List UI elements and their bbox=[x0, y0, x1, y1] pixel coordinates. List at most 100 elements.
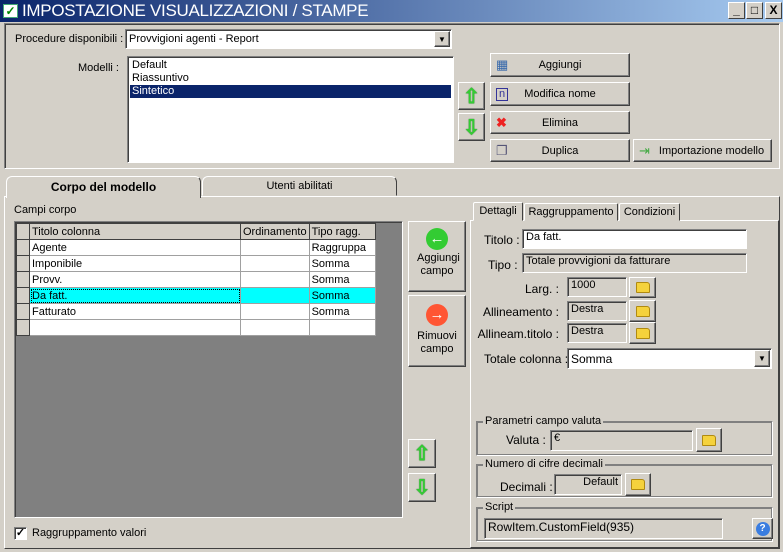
procedure-combo[interactable]: Provvigioni agenti - Report ▼ bbox=[125, 29, 452, 49]
larg-label: Larg. : bbox=[524, 282, 559, 296]
add-model-button[interactable]: ▦ Aggiungi bbox=[490, 53, 630, 77]
row-indicator bbox=[16, 287, 30, 304]
decimali-browse-button[interactable] bbox=[625, 473, 651, 496]
table-row-selected[interactable]: Da fatt. Somma bbox=[16, 287, 377, 304]
folder-icon bbox=[635, 327, 650, 339]
cell[interactable]: Imponibile bbox=[29, 255, 241, 272]
column-header[interactable]: Ordinamento bbox=[240, 223, 310, 240]
cell[interactable] bbox=[240, 239, 310, 256]
modelli-list[interactable]: Default Riassuntivo Sintetico bbox=[127, 56, 454, 163]
arrow-down-icon: ⇩ bbox=[413, 477, 431, 499]
row-indicator-header bbox=[16, 223, 30, 240]
app-check-icon: ✓ bbox=[3, 4, 18, 18]
arrow-right-icon: → bbox=[426, 304, 448, 326]
move-up-model-button[interactable]: ⇧ bbox=[458, 82, 485, 110]
totale-colonna-label: Totale colonna : bbox=[484, 352, 569, 366]
modelli-label: Modelli : bbox=[78, 62, 119, 74]
column-header[interactable]: Tipo ragg. bbox=[308, 223, 377, 240]
allineamento-label: Allineamento : bbox=[482, 305, 559, 319]
tab-utenti-abilitati[interactable]: Utenti abilitati bbox=[202, 176, 397, 196]
script-group-title: Script bbox=[483, 501, 516, 513]
totale-colonna-combo[interactable]: Somma ▼ bbox=[567, 348, 772, 369]
cell[interactable] bbox=[29, 319, 241, 336]
move-down-field-button[interactable]: ⇩ bbox=[408, 473, 436, 502]
row-indicator bbox=[16, 319, 30, 336]
cell[interactable]: Agente bbox=[29, 239, 241, 256]
rename-icon: n bbox=[496, 88, 509, 101]
cell[interactable]: Somma bbox=[308, 255, 377, 272]
maximize-button[interactable]: □ bbox=[746, 2, 763, 19]
remove-field-button[interactable]: → Rimuovi campo bbox=[408, 295, 466, 367]
import-label: Importazione modello bbox=[658, 144, 765, 157]
import-model-button[interactable]: ⇥ Importazione modello bbox=[633, 139, 772, 162]
larg-browse-button[interactable] bbox=[629, 277, 656, 298]
grouping-checkbox-label: Raggruppamento valori bbox=[32, 527, 147, 539]
arrow-up-icon: ⇧ bbox=[413, 443, 431, 465]
rename-model-button[interactable]: n Modifica nome bbox=[490, 82, 630, 106]
cell[interactable]: Somma bbox=[308, 287, 377, 304]
close-button[interactable]: X bbox=[765, 2, 782, 19]
cell[interactable] bbox=[240, 303, 310, 320]
window-title: IMPOSTAZIONE VISUALIZZAZIONI / STAMPE bbox=[22, 1, 369, 20]
list-item[interactable]: Default bbox=[130, 59, 451, 72]
valuta-field: € bbox=[550, 430, 693, 451]
tipo-field: Totale provvigioni da fatturare bbox=[522, 253, 747, 273]
valuta-browse-button[interactable] bbox=[696, 428, 722, 452]
cell[interactable]: Provv. bbox=[29, 271, 241, 288]
cell[interactable] bbox=[240, 319, 310, 336]
delete-label: Elimina bbox=[541, 116, 579, 129]
allineamento-browse-button[interactable] bbox=[629, 300, 656, 322]
allineam-titolo-browse-button[interactable] bbox=[629, 322, 656, 344]
cell[interactable] bbox=[240, 271, 310, 288]
delete-model-button[interactable]: ✖ Elimina bbox=[490, 111, 630, 134]
import-icon: ⇥ bbox=[639, 143, 650, 158]
cell[interactable]: Fatturato bbox=[29, 303, 241, 320]
add-field-button[interactable]: ← Aggiungi campo bbox=[408, 221, 466, 292]
chevron-down-icon[interactable]: ▼ bbox=[434, 31, 450, 47]
tipo-label: Tipo : bbox=[488, 258, 518, 272]
minimize-button[interactable]: _ bbox=[728, 2, 745, 19]
chevron-down-icon[interactable]: ▼ bbox=[754, 350, 770, 367]
help-icon: ? bbox=[755, 521, 770, 536]
cell[interactable] bbox=[240, 287, 310, 304]
row-indicator bbox=[16, 255, 30, 272]
table-row[interactable]: Fatturato Somma bbox=[16, 303, 377, 320]
add-field-label: Aggiungi campo bbox=[417, 252, 460, 277]
cell[interactable]: Somma bbox=[308, 271, 377, 288]
tab-condizioni[interactable]: Condizioni bbox=[619, 203, 680, 221]
cell[interactable] bbox=[240, 255, 310, 272]
tab-dettagli[interactable]: Dettagli bbox=[473, 202, 523, 221]
allineamento-field: Destra bbox=[567, 301, 627, 321]
script-help-button[interactable]: ? bbox=[752, 518, 773, 539]
rename-label: Modifica nome bbox=[524, 88, 596, 100]
duplicate-model-button[interactable]: ❐ Duplica bbox=[490, 139, 630, 162]
tab-raggruppamento[interactable]: Raggruppamento bbox=[524, 203, 618, 221]
move-up-field-button[interactable]: ⇧ bbox=[408, 439, 436, 468]
list-item-selected[interactable]: Sintetico bbox=[130, 85, 451, 98]
table-row[interactable]: Imponibile Somma bbox=[16, 255, 377, 272]
fields-table: Titolo colonna Ordinamento Tipo ragg. Ag… bbox=[16, 223, 377, 336]
table-row[interactable] bbox=[16, 319, 377, 336]
titolo-input[interactable]: Da fatt. bbox=[522, 229, 747, 249]
procedure-label: Procedure disponibili : bbox=[15, 33, 124, 45]
larg-field: 1000 bbox=[567, 277, 627, 297]
cell[interactable]: Da fatt. bbox=[29, 287, 241, 304]
folder-icon bbox=[702, 434, 716, 446]
arrow-down-icon: ⇩ bbox=[463, 116, 480, 139]
tab-corpo-del-modello[interactable]: Corpo del modello bbox=[6, 176, 201, 198]
table-row[interactable]: Provv. Somma bbox=[16, 271, 377, 288]
grouping-checkbox[interactable]: ✓ bbox=[14, 527, 27, 540]
table-row[interactable]: Agente Raggruppa bbox=[16, 239, 377, 256]
cell[interactable]: Raggruppa bbox=[308, 239, 377, 256]
duplicate-label: Duplica bbox=[541, 144, 579, 157]
folder-icon bbox=[635, 305, 650, 317]
move-down-model-button[interactable]: ⇩ bbox=[458, 113, 485, 141]
cell[interactable] bbox=[308, 319, 377, 336]
fields-grid[interactable]: Titolo colonna Ordinamento Tipo ragg. Ag… bbox=[14, 221, 403, 518]
campi-corpo-label: Campi corpo bbox=[14, 204, 77, 216]
list-item[interactable]: Riassuntivo bbox=[130, 72, 451, 85]
allineam-titolo-label: Allineam.titolo : bbox=[477, 327, 559, 341]
column-header[interactable]: Titolo colonna bbox=[29, 223, 241, 240]
script-field: RowItem.CustomField(935) bbox=[484, 518, 723, 539]
cell[interactable]: Somma bbox=[308, 303, 377, 320]
